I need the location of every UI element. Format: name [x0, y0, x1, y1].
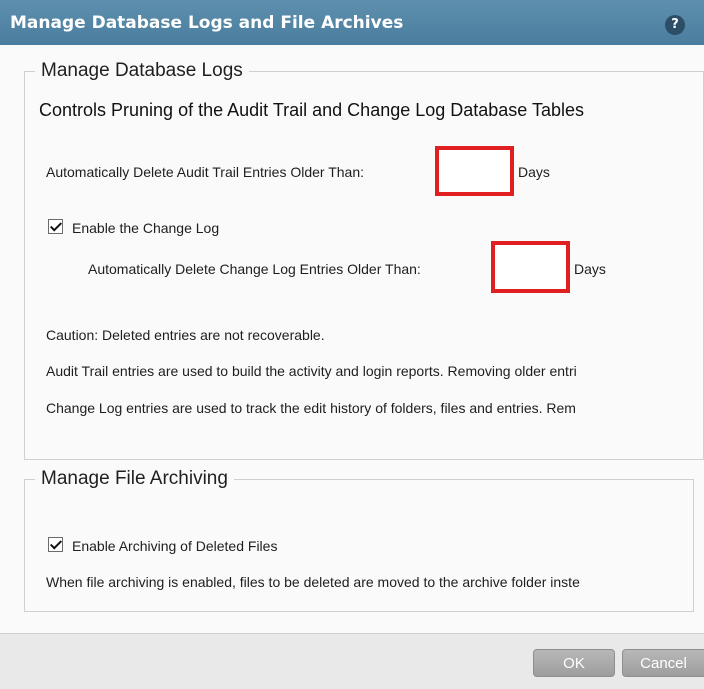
dialog-title: Manage Database Logs and File Archives	[10, 13, 404, 33]
enable-archiving-checkbox[interactable]	[48, 537, 63, 552]
change-log-label: Automatically Delete Change Log Entries …	[88, 261, 421, 277]
cancel-button[interactable]: Cancel	[622, 649, 704, 677]
change-log-days-unit: Days	[574, 261, 606, 277]
logs-subtitle: Controls Pruning of the Audit Trail and …	[39, 100, 585, 120]
caution-text: Caution: Deleted entries are not recover…	[46, 327, 325, 343]
audit-trail-label: Automatically Delete Audit Trail Entries…	[46, 164, 365, 180]
change-log-note: Change Log entries are used to track the…	[46, 400, 576, 416]
ok-button[interactable]: OK	[533, 649, 615, 677]
audit-trail-note: Audit Trail entries are used to build th…	[46, 363, 577, 379]
change-log-days-input[interactable]	[491, 241, 570, 293]
dialog-footer: OK Cancel	[0, 633, 704, 689]
enable-change-log-checkbox[interactable]	[48, 219, 63, 234]
audit-trail-days-unit: Days	[518, 164, 550, 180]
audit-trail-days-input[interactable]	[435, 146, 514, 196]
enable-change-log-label: Enable the Change Log	[72, 220, 220, 236]
manage-file-archiving-legend: Manage File Archiving	[41, 468, 228, 489]
dialog-titlebar: Manage Database Logs and File Archives ?	[0, 0, 704, 45]
manage-database-logs-legend: Manage Database Logs	[41, 60, 243, 81]
help-icon[interactable]: ?	[665, 15, 685, 35]
archiving-note: When file archiving is enabled, files to…	[46, 574, 580, 590]
enable-archiving-label: Enable Archiving of Deleted Files	[72, 538, 278, 554]
